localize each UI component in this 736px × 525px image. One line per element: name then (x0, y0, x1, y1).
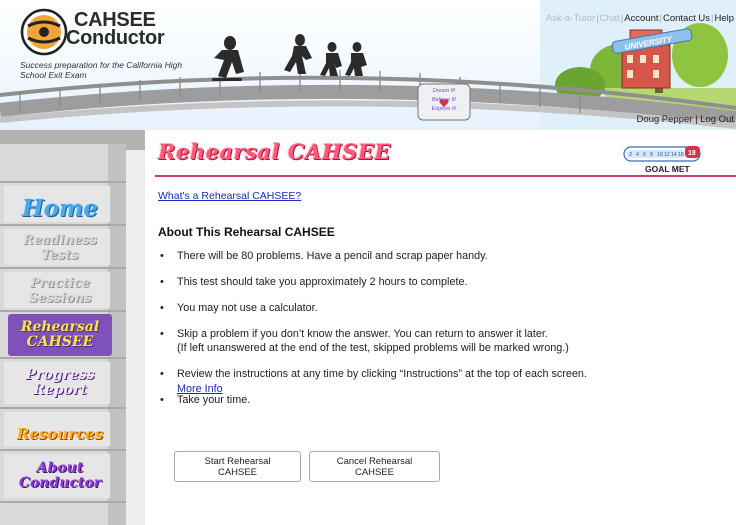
cancel-rehearsal-button[interactable]: Cancel Rehearsal CAHSEE (309, 451, 440, 482)
bridge-sign-text: Explore It! (432, 106, 457, 112)
sidebar-item-sublabel: Report (33, 382, 87, 398)
goal-tick-label: 12 (664, 152, 670, 158)
account-link[interactable]: Account (624, 13, 658, 24)
sidebar-item-sublabel: Tests (41, 248, 79, 263)
sidebar-item-label: Resources (16, 424, 104, 443)
sidebar-item-sublabel: Sessions (28, 291, 92, 306)
sidebar-item-rehearsal-cahsee[interactable]: Rehearsal CAHSEE (8, 314, 112, 356)
start-rehearsal-button[interactable]: Start Rehearsal CAHSEE (174, 451, 301, 482)
brand-tagline: Success preparation for the California H… (20, 60, 183, 80)
log-out-link[interactable]: Log Out (700, 114, 734, 125)
goal-tick-label: 16 (678, 152, 684, 158)
sidebar-item-sublabel: CAHSEE (26, 334, 94, 350)
user-links: Doug Pepper | Log Out (636, 114, 734, 125)
goal-tick-label: 10 (657, 152, 663, 158)
whats-a-rehearsal-link[interactable]: What's a Rehearsal CAHSEE? (158, 190, 301, 202)
sidebar-item-label: About (36, 460, 84, 476)
sidebar-item-resources[interactable]: Resources (8, 413, 112, 455)
goal-tick-label: 8 (650, 152, 653, 158)
sidebar-item-label: Home (21, 194, 99, 222)
contact-us-link[interactable]: Contact Us (663, 13, 710, 24)
list-item: Review the instructions at any time by c… (158, 367, 728, 381)
help-link[interactable]: Help (714, 13, 734, 24)
sidebar-item-label: Rehearsal (20, 319, 100, 335)
user-name-link[interactable]: Doug Pepper (636, 114, 692, 125)
sidebar-item-sublabel: Conductor (18, 475, 102, 491)
goal-tick-label: 2 (629, 152, 632, 158)
list-item: Skip a problem if you don’t know the ans… (158, 327, 728, 355)
goal-progress-meter: 2 4 6 8 10 12 14 16 18 (623, 146, 701, 162)
sidebar-item-about-conductor[interactable]: About Conductor (8, 455, 112, 497)
more-info-link[interactable]: More Info (177, 383, 223, 395)
sidebar-item-label: Progress (25, 367, 95, 383)
ask-a-tutor-link: Ask-a-Tutor (545, 13, 596, 24)
about-heading: About This Rehearsal CAHSEE (158, 225, 335, 239)
main-content: Rehearsal CAHSEE 2 4 6 8 10 12 14 16 18 GOAL ME… (145, 130, 736, 525)
goal-tick-label: 6 (643, 152, 646, 158)
bridge-sign-text: Dream It! (433, 88, 456, 94)
header-banner: UNIVERSITY Dream It! Believe It! Explore… (0, 0, 736, 130)
sidebar-nav: Home Readiness Tests Practice Sessions Reh… (0, 130, 145, 525)
sidebar-item-label: Practice (29, 276, 91, 291)
goal-tick-label: 14 (671, 152, 677, 158)
goal-met-label: GOAL MET (645, 164, 690, 174)
list-item: You may not use a calculator. (158, 301, 728, 315)
sidebar-item-home[interactable]: Home (8, 187, 112, 229)
cahsee-conductor-logo (20, 8, 68, 56)
top-utility-links: Ask-a-Tutor|Chat|Account|Contact Us|Help (545, 13, 734, 24)
goal-current-value: 18 (688, 150, 696, 157)
page-title: Rehearsal CAHSEE (158, 139, 391, 164)
chat-link: Chat (599, 13, 620, 24)
sidebar-item-practice-sessions: Practice Sessions (8, 270, 112, 312)
sidebar-item-readiness-tests: Readiness Tests (8, 227, 112, 269)
instructions-list: There will be 80 problems. Have a pencil… (158, 249, 728, 419)
list-item: There will be 80 problems. Have a pencil… (158, 249, 728, 263)
title-divider (155, 175, 736, 177)
list-item: This test should take you approximately … (158, 275, 728, 289)
brand-name-line2: Conductor (66, 27, 165, 49)
goal-tick-label: 4 (636, 152, 639, 158)
bridge-sign-text: Believe It! (432, 97, 457, 103)
sidebar-item-label: Readiness (23, 233, 97, 248)
sidebar-item-progress-report[interactable]: Progress Report (8, 362, 112, 404)
list-item: Take your time. (158, 393, 728, 407)
